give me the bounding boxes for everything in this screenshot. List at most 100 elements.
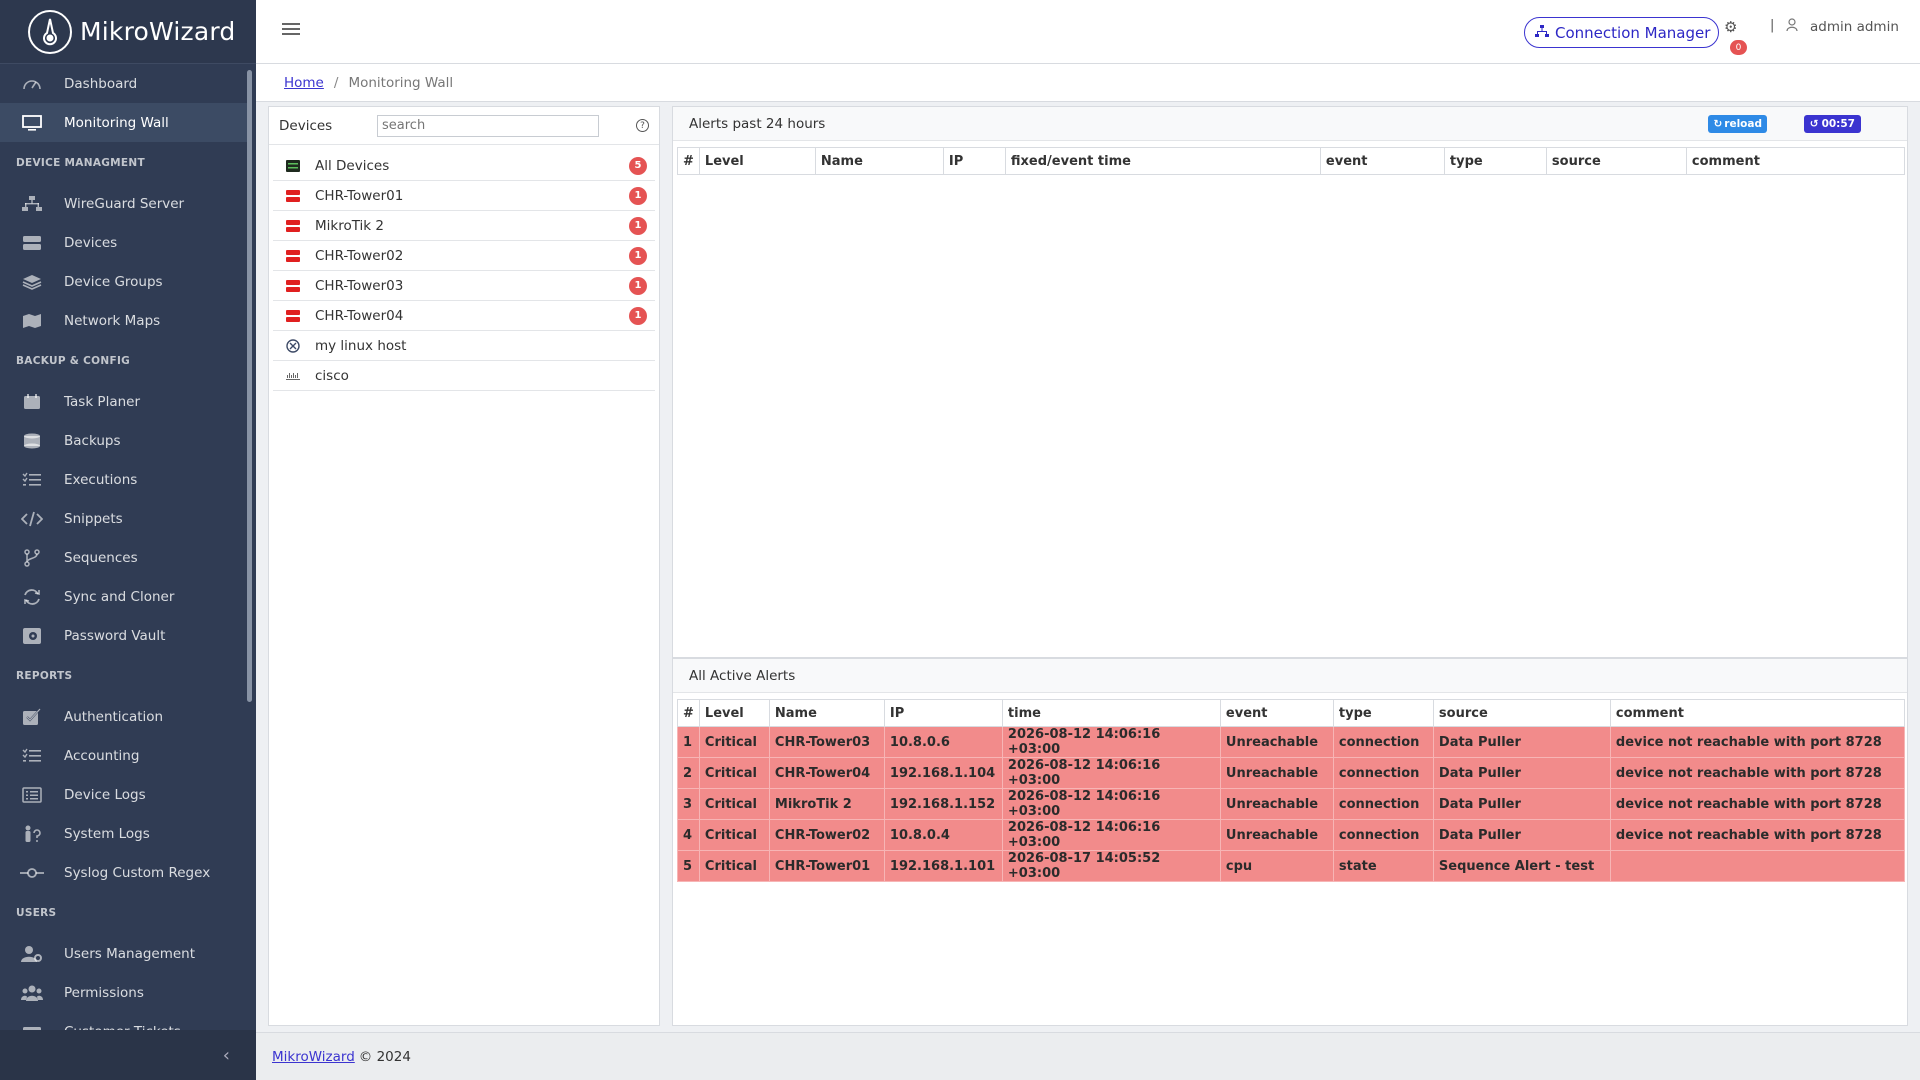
device-list-item[interactable]: cisco — [273, 361, 655, 391]
sidebar-item-dashboard[interactable]: Dashboard — [0, 64, 248, 103]
device-list-item[interactable]: CHR-Tower01 1 — [273, 181, 655, 211]
table-cell: connection — [1332, 726, 1434, 758]
table-cell: device not reachable with port 8728 — [1609, 726, 1906, 758]
device-list-item[interactable]: CHR-Tower03 1 — [273, 271, 655, 301]
device-list-item[interactable]: CHR-Tower02 1 — [273, 241, 655, 271]
connection-manager-button[interactable]: Connection Manager — [1524, 17, 1720, 48]
sidebar-item-monitoring-wall[interactable]: Monitoring Wall — [0, 103, 248, 142]
user-name: admin admin — [1810, 19, 1899, 35]
user-menu[interactable]: admin admin — [1786, 18, 1899, 36]
sidebar-item-devices[interactable]: Devices — [0, 223, 248, 262]
sidebar-scrollbar[interactable] — [247, 70, 252, 702]
column-header[interactable]: fixed/event time — [1004, 147, 1321, 175]
column-header[interactable]: event — [1219, 699, 1334, 727]
column-header[interactable]: time — [1001, 699, 1221, 727]
sidebar-item-snippets[interactable]: Snippets — [0, 499, 248, 538]
table-cell — [1609, 850, 1906, 882]
table-cell: connection — [1332, 788, 1434, 820]
column-header[interactable]: # — [677, 147, 700, 175]
footer-link[interactable]: MikroWizard — [272, 1049, 355, 1065]
column-header[interactable]: Name — [814, 147, 944, 175]
sidebar-item-wireguard-server[interactable]: WireGuard Server — [0, 184, 248, 223]
device-list-item[interactable]: my linux host — [273, 331, 655, 361]
alert-count-badge: 1 — [629, 246, 647, 265]
device-name: cisco — [315, 367, 349, 384]
table-row[interactable]: 1 Critical CHR-Tower03 10.8.0.6 2026-08-12 1… — [677, 726, 1906, 758]
calendar-icon — [20, 392, 44, 412]
sidebar-item-network-maps[interactable]: Network Maps — [0, 301, 248, 340]
sidebar-item-authentication[interactable]: Authentication — [0, 697, 248, 736]
column-header[interactable]: comment — [1685, 147, 1906, 175]
table-row[interactable]: 4 Critical CHR-Tower02 10.8.0.4 2026-08-12 1… — [677, 819, 1906, 851]
alerts-24h-header: Alerts past 24 hours ↻ reload ↺ 00:57 — [673, 107, 1907, 141]
sidebar-nav: Dashboard Monitoring Wall DEVICE MANAGMENT… — [0, 64, 248, 1030]
column-header[interactable]: type — [1443, 147, 1547, 175]
device-list: All Devices 5 CHR-Tower01 1 MikroTik 2 1 CHR-T… — [273, 151, 655, 391]
database-icon — [20, 431, 44, 451]
sidebar-item-password-vault[interactable]: Password Vault — [0, 616, 248, 655]
column-header[interactable]: IP — [942, 147, 1006, 175]
sidebar-collapse-button[interactable]: ‹ — [0, 1030, 256, 1080]
column-header[interactable]: comment — [1609, 699, 1906, 727]
top-header: Connection Manager ⚙ 0 | admin admin — [256, 0, 1920, 64]
network-icon — [1535, 24, 1549, 42]
sidebar-item-label: Monitoring Wall — [64, 114, 169, 131]
column-header[interactable]: Level — [698, 699, 770, 727]
column-header[interactable]: source — [1432, 699, 1611, 727]
sidebar-item-label: Dashboard — [64, 75, 138, 92]
reload-button[interactable]: ↻ reload — [1708, 115, 1767, 133]
table-cell: Critical — [698, 726, 770, 758]
sidebar-item-permissions[interactable]: Permissions — [0, 973, 248, 1012]
sidebar-item-users-management[interactable]: Users Management — [0, 934, 248, 973]
sidebar-section-title: BACKUP & CONFIG — [16, 355, 131, 367]
check-square-icon — [20, 707, 44, 727]
sidebar-item-syslog-custom-regex[interactable]: Syslog Custom Regex — [0, 853, 248, 892]
device-name: CHR-Tower01 — [315, 187, 404, 204]
sidebar-item-executions[interactable]: Executions — [0, 460, 248, 499]
sidebar-section-title: DEVICE MANAGMENT — [16, 157, 145, 169]
speedometer-icon — [20, 74, 44, 94]
alert-count-badge: 1 — [629, 186, 647, 205]
column-header[interactable]: Level — [698, 147, 816, 175]
column-header[interactable]: source — [1545, 147, 1687, 175]
sidebar-item-backups[interactable]: Backups — [0, 421, 248, 460]
all-devices-icon — [285, 159, 301, 172]
table-row[interactable]: 3 Critical MikroTik 2 192.168.1.152 2026-08-… — [677, 788, 1906, 820]
table-row[interactable]: 5 Critical CHR-Tower01 192.168.1.101 2026-08… — [677, 850, 1906, 882]
sidebar-item-sequences[interactable]: Sequences — [0, 538, 248, 577]
sidebar-item-device-groups[interactable]: Device Groups — [0, 262, 248, 301]
column-header[interactable]: # — [677, 699, 700, 727]
server-icon — [20, 233, 44, 253]
table-row[interactable]: 2 Critical CHR-Tower04 192.168.1.104 2026-08… — [677, 757, 1906, 789]
sidebar-item-label: Device Logs — [64, 786, 146, 803]
device-list-item[interactable]: MikroTik 2 1 — [273, 211, 655, 241]
column-header[interactable]: type — [1332, 699, 1434, 727]
column-header[interactable]: event — [1319, 147, 1445, 175]
history-icon: ↺ — [1809, 118, 1819, 130]
sidebar-item-device-logs[interactable]: Device Logs — [0, 775, 248, 814]
auto-refresh-timer-button[interactable]: ↺ 00:57 — [1803, 115, 1861, 133]
device-search-input[interactable] — [377, 114, 599, 137]
table-cell: Unreachable — [1219, 757, 1334, 789]
device-list-item[interactable]: All Devices 5 — [273, 151, 655, 181]
sidebar-item-sync-and-cloner[interactable]: Sync and Cloner — [0, 577, 248, 616]
sidebar-item-accounting[interactable]: Accounting — [0, 736, 248, 775]
sidebar-item-task-planer[interactable]: Task Planer — [0, 382, 248, 421]
user-gear-icon — [20, 944, 44, 964]
settings-gear-icon[interactable]: ⚙ — [1724, 18, 1737, 36]
table-cell: 5 — [677, 850, 700, 882]
sidebar-item-customer-tickets[interactable]: Customer Tickets — [0, 1012, 248, 1030]
device-list-item[interactable]: CHR-Tower04 1 — [273, 301, 655, 331]
column-header[interactable]: IP — [883, 699, 1003, 727]
help-icon[interactable]: ? — [636, 119, 649, 132]
column-header[interactable]: Name — [768, 699, 885, 727]
wizard-logo-icon — [28, 9, 72, 54]
table-cell: Unreachable — [1219, 788, 1334, 820]
table-cell: cpu — [1219, 850, 1334, 882]
breadcrumb-home-link[interactable]: Home — [284, 75, 324, 91]
branch-icon — [20, 548, 44, 568]
table-cell: state — [1332, 850, 1434, 882]
brand[interactable]: MikroWizard — [0, 0, 256, 64]
sidebar-item-system-logs[interactable]: System Logs — [0, 814, 248, 853]
menu-toggle-icon[interactable] — [282, 20, 300, 38]
